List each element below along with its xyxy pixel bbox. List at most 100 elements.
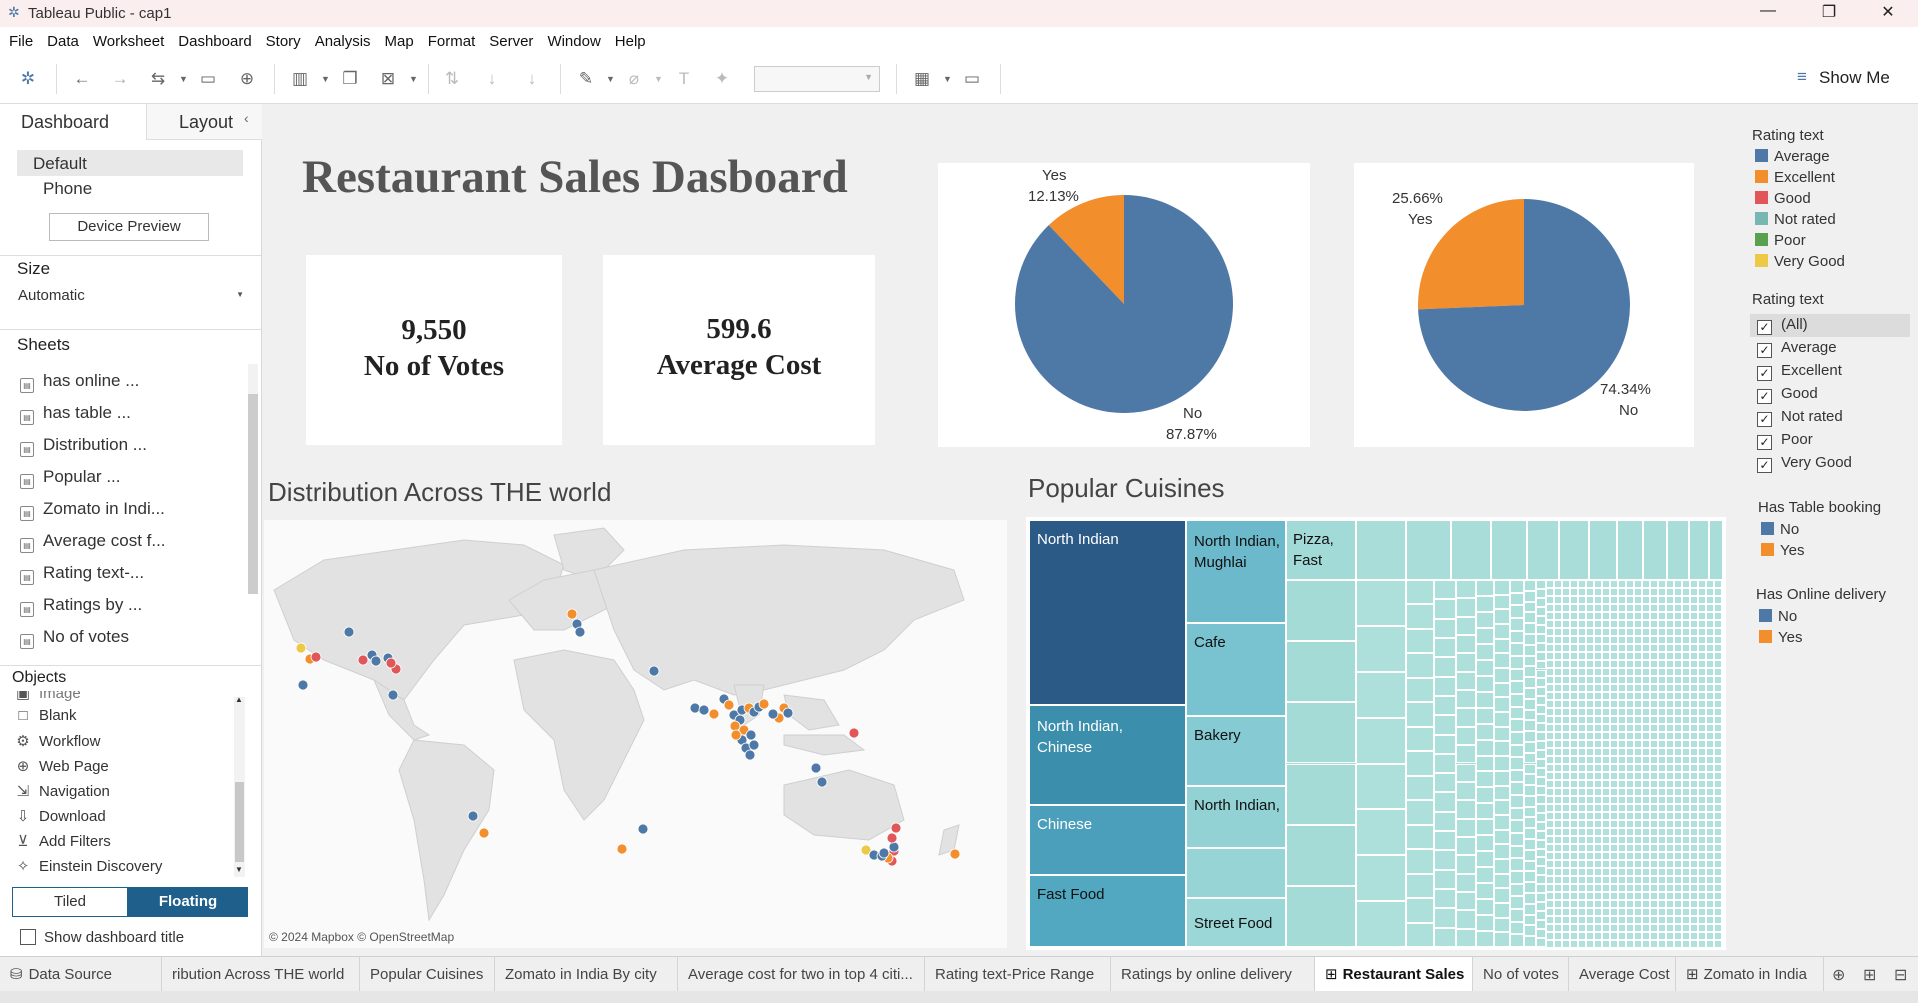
treemap-tile[interactable] — [1706, 764, 1714, 772]
treemap-tile[interactable] — [1586, 892, 1594, 900]
treemap-tile[interactable] — [1594, 764, 1602, 772]
treemap-tile[interactable] — [1658, 852, 1666, 860]
treemap-tile[interactable] — [1674, 940, 1682, 948]
treemap-tile[interactable] — [1586, 740, 1594, 748]
treemap-tile[interactable] — [1586, 932, 1594, 940]
treemap-tile[interactable] — [1618, 716, 1626, 724]
treemap-tile[interactable] — [1536, 857, 1546, 867]
treemap-tile[interactable] — [1682, 876, 1690, 884]
treemap-tile[interactable] — [1690, 588, 1698, 596]
treemap-tile[interactable] — [1546, 708, 1554, 716]
treemap-tile[interactable] — [1642, 644, 1650, 652]
treemap-tile[interactable] — [1658, 668, 1666, 676]
treemap-tile[interactable] — [1594, 700, 1602, 708]
treemap-tile[interactable] — [1578, 596, 1586, 604]
treemap-tile[interactable] — [1562, 636, 1570, 644]
treemap-tile[interactable] — [1602, 772, 1610, 780]
treemap-tile[interactable] — [1554, 596, 1562, 604]
treemap-tile[interactable] — [1674, 660, 1682, 668]
treemap-tile[interactable] — [1562, 748, 1570, 756]
treemap-tile[interactable] — [1578, 916, 1586, 924]
treemap-tile[interactable] — [1562, 772, 1570, 780]
treemap-tile[interactable] — [1536, 714, 1546, 724]
treemap-tile[interactable] — [1698, 748, 1706, 756]
treemap-tile[interactable] — [1626, 908, 1634, 916]
treemap-tile[interactable] — [1682, 868, 1690, 876]
treemap-tile[interactable] — [1570, 852, 1578, 860]
treemap-tile[interactable] — [1562, 892, 1570, 900]
rating-legend-item[interactable]: Poor — [1755, 232, 1806, 249]
treemap-tile[interactable] — [1562, 596, 1570, 604]
treemap-tile[interactable] — [1610, 852, 1618, 860]
floating-button[interactable]: Floating — [128, 887, 248, 917]
treemap-tile[interactable] — [1510, 833, 1524, 846]
treemap-tile[interactable] — [1650, 652, 1658, 660]
treemap-tile[interactable] — [1690, 652, 1698, 660]
treemap-tile[interactable] — [1610, 756, 1618, 764]
treemap-tile[interactable] — [1714, 868, 1722, 876]
treemap-tile[interactable] — [1706, 732, 1714, 740]
treemap-tile[interactable] — [1562, 588, 1570, 596]
treemap-tile[interactable] — [1682, 644, 1690, 652]
treemap-tile[interactable] — [1286, 641, 1356, 703]
treemap-tile[interactable] — [1690, 940, 1698, 948]
treemap-tile[interactable] — [1658, 700, 1666, 708]
treemap-tile[interactable] — [1698, 628, 1706, 636]
treemap-tile[interactable] — [1690, 900, 1698, 908]
treemap-tile[interactable] — [1562, 668, 1570, 676]
treemap-tile[interactable] — [1510, 744, 1524, 758]
treemap-tile[interactable] — [1589, 520, 1617, 580]
treemap-tile[interactable] — [1650, 748, 1658, 756]
treemap-tile[interactable] — [1570, 620, 1578, 628]
treemap-tile[interactable] — [1554, 844, 1562, 852]
treemap-tile[interactable] — [1570, 828, 1578, 836]
treemap-tile[interactable] — [1586, 852, 1594, 860]
treemap-tile[interactable] — [1674, 796, 1682, 804]
treemap-tile[interactable] — [1524, 612, 1536, 624]
treemap-tile[interactable] — [1494, 829, 1510, 845]
treemap-tile[interactable] — [1510, 681, 1524, 694]
treemap-tile[interactable] — [1674, 700, 1682, 708]
treemap-tile[interactable] — [1594, 620, 1602, 628]
new-worksheet-icon[interactable]: ▥ — [288, 68, 312, 90]
treemap-tile[interactable] — [1570, 732, 1578, 740]
treemap-tile[interactable] — [1650, 700, 1658, 708]
treemap-tile[interactable] — [1714, 828, 1722, 836]
map-point[interactable] — [708, 708, 720, 720]
treemap-tile[interactable] — [1586, 844, 1594, 852]
treemap-tile[interactable] — [1714, 636, 1722, 644]
treemap-tile[interactable] — [1536, 893, 1546, 903]
treemap-tile[interactable] — [1618, 932, 1626, 940]
treemap-tile[interactable] — [1682, 740, 1690, 748]
treemap-tile[interactable] — [1650, 740, 1658, 748]
close-button[interactable]: ✕ — [1868, 2, 1908, 24]
scroll-down-icon[interactable]: ▼ — [235, 865, 243, 874]
treemap-tile[interactable] — [1722, 788, 1724, 796]
menu-format[interactable]: Format — [421, 27, 483, 50]
treemap-tile[interactable] — [1666, 868, 1674, 876]
treemap-tile[interactable] — [1690, 852, 1698, 860]
treemap-tile[interactable] — [1562, 804, 1570, 812]
treemap-tile[interactable] — [1594, 596, 1602, 604]
treemap-tile[interactable] — [1286, 885, 1356, 947]
treemap-tile[interactable] — [1666, 900, 1674, 908]
map-point[interactable] — [816, 776, 828, 788]
treemap-tile[interactable] — [1674, 772, 1682, 780]
treemap-tile[interactable] — [1666, 884, 1674, 892]
treemap-tile[interactable] — [1666, 804, 1674, 812]
treemap-tile[interactable] — [1658, 932, 1666, 940]
treemap-tile[interactable] — [1698, 652, 1706, 660]
treemap-tile[interactable] — [1690, 700, 1698, 708]
treemap-tile[interactable] — [1666, 588, 1674, 596]
pie-slice-yes[interactable] — [1418, 199, 1524, 310]
map-point[interactable] — [949, 848, 961, 860]
treemap-tile[interactable] — [1722, 620, 1724, 628]
treemap-tile[interactable] — [1714, 668, 1722, 676]
treemap-tile[interactable] — [1722, 940, 1724, 948]
map-point[interactable] — [385, 657, 397, 669]
treemap-tile[interactable] — [1570, 788, 1578, 796]
treemap-tile[interactable] — [1570, 892, 1578, 900]
treemap-tile[interactable] — [1682, 820, 1690, 828]
pie-table-booking-card[interactable]: 25.66% Yes 74.34% No — [1354, 163, 1694, 447]
treemap-tile[interactable] — [1586, 924, 1594, 932]
